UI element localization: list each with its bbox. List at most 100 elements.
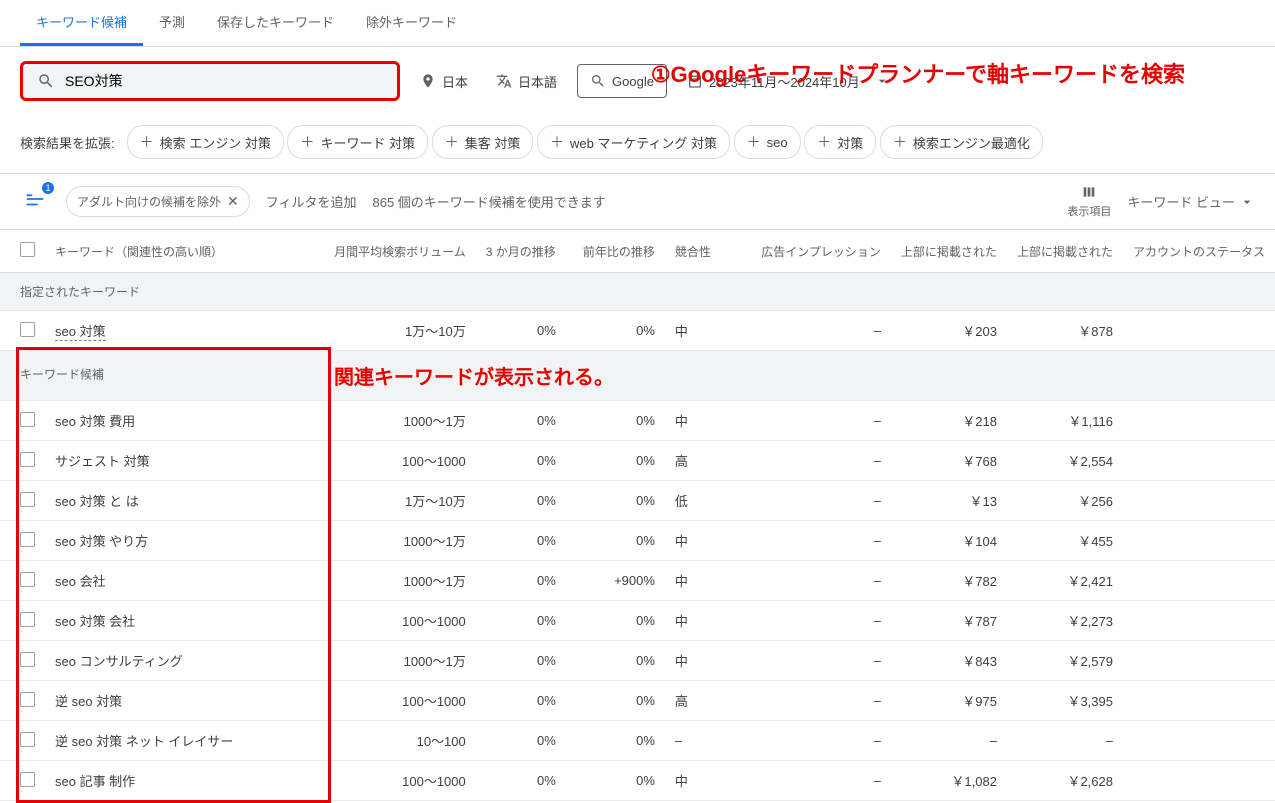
cell-keyword: seo 記事 制作 [45, 761, 324, 801]
cell-bid-low: ￥768 [891, 441, 1007, 481]
table-row[interactable]: seo 記事 制作100～10000%0%中–￥1,082￥2,628 [0, 761, 1275, 801]
cell-competition: 中 [665, 761, 751, 801]
tab-1[interactable]: 予測 [143, 0, 201, 46]
row-checkbox[interactable] [20, 532, 35, 547]
keyword-input[interactable] [65, 73, 383, 89]
col-impr[interactable]: 広告インプレッション [751, 230, 891, 273]
row-checkbox[interactable] [20, 492, 35, 507]
table-row[interactable]: seo コンサルティング1000～1万0%0%中–￥843￥2,579 [0, 641, 1275, 681]
cell-status [1123, 681, 1275, 721]
refine-badge: 1 [42, 182, 54, 194]
row-checkbox[interactable] [20, 732, 35, 747]
cell-bid-high: ￥455 [1007, 521, 1123, 561]
cell-competition: – [665, 721, 751, 761]
row-checkbox[interactable] [20, 572, 35, 587]
broaden-chip-2[interactable]: ＋ 集客 対策 [432, 125, 534, 159]
refine-icon[interactable]: 1 [20, 184, 50, 219]
close-icon[interactable]: ✕ [227, 193, 239, 210]
broaden-chip-0[interactable]: ＋ 検索 エンジン 対策 [127, 125, 284, 159]
location-setting[interactable]: 日本 [412, 66, 476, 97]
plus-icon: ＋ [300, 132, 314, 152]
cell-keyword: サジェスト 対策 [45, 441, 324, 481]
broaden-chip-5[interactable]: ＋対策 [804, 125, 876, 159]
broaden-chip-1[interactable]: ＋キーワード 対策 [287, 125, 428, 159]
cell-bid-high: ￥2,273 [1007, 601, 1123, 641]
columns-label: 表示項目 [1067, 203, 1111, 219]
col-bid-low[interactable]: 上部に掲載された [891, 230, 1007, 273]
broaden-label: 検索結果を拡張: [20, 133, 115, 152]
cell-competition: 中 [665, 401, 751, 441]
chip-label: 集客 対策 [465, 133, 521, 152]
row-checkbox[interactable] [20, 652, 35, 667]
section-ideas: キーワード候補関連キーワードが表示される。 [0, 351, 1275, 401]
row-checkbox[interactable] [20, 452, 35, 467]
table-row[interactable]: seo 対策 費用1000～1万0%0%中–￥218￥1,116 [0, 401, 1275, 441]
row-checkbox[interactable] [20, 772, 35, 787]
col-status[interactable]: アカウントのステータス [1123, 230, 1275, 273]
cell-3month: 0% [476, 561, 566, 601]
row-checkbox[interactable] [20, 412, 35, 427]
cell-bid-low: ￥787 [891, 601, 1007, 641]
cell-volume: 10～100 [324, 721, 476, 761]
cell-keyword: seo コンサルティング [45, 641, 324, 681]
table-row[interactable]: サジェスト 対策100～10000%0%高–￥768￥2,554 [0, 441, 1275, 481]
col-yoy[interactable]: 前年比の推移 [566, 230, 665, 273]
row-checkbox[interactable] [20, 692, 35, 707]
keyword-search-box[interactable] [20, 61, 400, 101]
tab-0[interactable]: キーワード候補 [20, 0, 143, 46]
plus-icon: ＋ [550, 132, 564, 152]
cell-volume: 1000～1万 [324, 561, 476, 601]
cell-yoy: 0% [566, 721, 665, 761]
table-row[interactable]: seo 対策1万～10万0%0%中–￥203￥878 [0, 311, 1275, 351]
cell-impr: – [751, 441, 891, 481]
tab-2[interactable]: 保存したキーワード [201, 0, 350, 46]
col-bid-high[interactable]: 上部に掲載された [1007, 230, 1123, 273]
cell-impr: – [751, 721, 891, 761]
table-row[interactable]: seo 対策 やり方1000～1万0%0%中–￥104￥455 [0, 521, 1275, 561]
view-selector[interactable]: キーワード ビュー [1127, 192, 1255, 211]
cell-volume: 1000～1万 [324, 401, 476, 441]
add-filter-button[interactable]: フィルタを追加 [266, 192, 357, 211]
col-volume[interactable]: 月間平均検索ボリューム [324, 230, 476, 273]
cell-keyword: seo 対策 費用 [45, 401, 324, 441]
table-row[interactable]: 逆 seo 対策100～10000%0%高–￥975￥3,395 [0, 681, 1275, 721]
col-competition[interactable]: 競合性 [665, 230, 751, 273]
row-checkbox[interactable] [20, 322, 35, 337]
exclude-adult-chip[interactable]: アダルト向けの候補を除外 ✕ [66, 186, 250, 217]
col-keyword[interactable]: キーワード（関連性の高い順） [45, 230, 324, 273]
plus-icon: ＋ [747, 132, 761, 152]
broaden-chip-3[interactable]: ＋web マーケティング 対策 [537, 125, 730, 159]
col-3month[interactable]: 3 か月の推移 [476, 230, 566, 273]
results-count-text: 865 個のキーワード候補を使用できます [373, 192, 606, 211]
table-row[interactable]: seo 会社1000～1万0%+900%中–￥782￥2,421 [0, 561, 1275, 601]
tab-3[interactable]: 除外キーワード [350, 0, 473, 46]
columns-button[interactable]: 表示項目 [1067, 184, 1111, 219]
cell-impr: – [751, 561, 891, 601]
cell-status [1123, 761, 1275, 801]
cell-bid-low: – [891, 721, 1007, 761]
results-toolbar: 1 アダルト向けの候補を除外 ✕ フィルタを追加 865 個のキーワード候補を使… [0, 174, 1275, 230]
plus-icon: ＋ [140, 132, 154, 152]
cell-keyword: seo 対策 会社 [45, 601, 324, 641]
cell-competition: 高 [665, 441, 751, 481]
cell-keyword: 逆 seo 対策 [45, 681, 324, 721]
annotation-2: 関連キーワードが表示される。 [334, 361, 614, 390]
table-row[interactable]: 逆 seo 対策 ネット イレイサー10～1000%0%–––– [0, 721, 1275, 761]
cell-volume: 1000～1万 [324, 641, 476, 681]
table-header-row: キーワード（関連性の高い順） 月間平均検索ボリューム 3 か月の推移 前年比の推… [0, 230, 1275, 273]
plus-icon: ＋ [445, 132, 459, 152]
location-icon [420, 73, 436, 89]
cell-keyword: 逆 seo 対策 ネット イレイサー [45, 721, 324, 761]
language-setting[interactable]: 日本語 [488, 66, 565, 97]
broaden-chip-4[interactable]: ＋seo [734, 125, 801, 159]
table-row[interactable]: seo 対策 会社100～10000%0%中–￥787￥2,273 [0, 601, 1275, 641]
row-checkbox[interactable] [20, 612, 35, 627]
cell-bid-low: ￥1,082 [891, 761, 1007, 801]
plus-icon: ＋ [817, 132, 831, 152]
table-row[interactable]: seo 対策 と は1万～10万0%0%低–￥13￥256 [0, 481, 1275, 521]
chip-label: 検索 エンジン 対策 [160, 133, 271, 152]
broaden-chip-6[interactable]: ＋検索エンジン最適化 [880, 125, 1043, 159]
cell-3month: 0% [476, 441, 566, 481]
cell-impr: – [751, 761, 891, 801]
select-all-checkbox[interactable] [20, 242, 35, 257]
